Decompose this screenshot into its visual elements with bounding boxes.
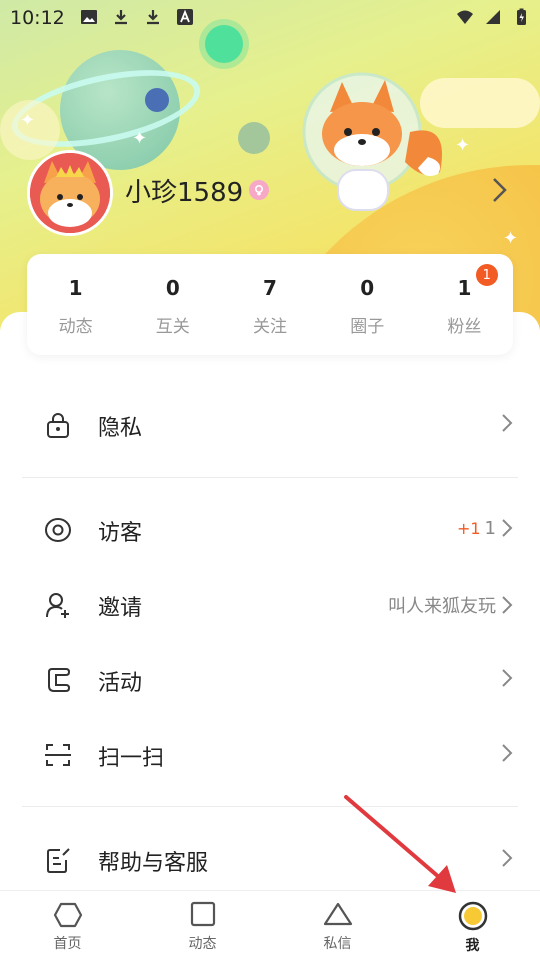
chevron-right-icon — [502, 414, 513, 432]
menu-item-scan[interactable]: 扫一扫 — [0, 720, 540, 790]
download-icon — [147, 10, 159, 25]
username[interactable]: 小珍1589 — [125, 172, 243, 209]
blue-orb-decoration — [145, 88, 169, 112]
stat-value: 1 — [68, 276, 83, 300]
stat-label: 互关 — [155, 317, 190, 337]
new-followers-badge: 1 — [475, 264, 498, 286]
bottom-tab-bar: 首页 动态 私信 我 — [0, 890, 540, 961]
female-icon — [249, 180, 269, 200]
signal-icon — [486, 10, 500, 24]
stat-value: 1 — [457, 276, 472, 300]
stats-card: 1 动态 0 互关 7 关注 0 圈子 1 粉丝 1 — [27, 254, 513, 355]
menu-item-label: 帮助与客服 — [98, 851, 209, 876]
stat-posts[interactable]: 1 动态 — [27, 254, 124, 355]
menu-item-label: 访客 — [98, 521, 143, 546]
chevron-right-icon — [502, 744, 513, 762]
tab-label: 我 — [465, 938, 480, 954]
small-planet-decoration — [238, 122, 270, 154]
status-time: 10:12 — [10, 7, 65, 29]
help-note-icon — [47, 848, 70, 873]
wifi-icon — [457, 10, 473, 24]
tab-home[interactable]: 首页 — [0, 891, 135, 961]
stat-mutual[interactable]: 0 互关 — [124, 254, 221, 355]
menu-item-label: 活动 — [98, 671, 143, 696]
avatar[interactable] — [27, 150, 113, 236]
eye-icon — [45, 518, 71, 542]
stat-label: 动态 — [58, 317, 93, 337]
stat-label: 圈子 — [350, 317, 385, 337]
scan-icon — [45, 744, 71, 766]
chevron-right-icon — [502, 849, 513, 867]
battery-charging-icon — [517, 8, 526, 25]
divider — [22, 806, 518, 807]
divider — [22, 477, 518, 478]
menu-item-invite[interactable]: 邀请 叫人来狐友玩 — [0, 570, 540, 640]
sparkle-icon: ✦ — [132, 128, 148, 149]
stat-value: 7 — [263, 276, 277, 300]
menu-item-help[interactable]: 帮助与客服 — [0, 825, 540, 895]
menu-item-label: 隐私 — [98, 416, 143, 441]
sparkle-icon: ✦ — [455, 135, 471, 156]
chevron-right-icon — [502, 519, 513, 537]
tab-feed[interactable]: 动态 — [135, 891, 270, 961]
square-icon — [190, 901, 215, 927]
menu-item-privacy[interactable]: 隐私 — [0, 390, 540, 460]
tab-label: 首页 — [53, 936, 82, 952]
visitor-count: 1 — [484, 517, 496, 539]
visitor-increase: +1 — [456, 518, 481, 538]
menu-item-label: 邀请 — [98, 596, 143, 621]
chevron-right-icon — [502, 596, 513, 614]
triangle-icon — [323, 902, 352, 926]
me-circle-icon — [458, 901, 487, 931]
chevron-right-icon — [502, 669, 513, 687]
font-icon — [177, 9, 193, 25]
menu-item-visitors[interactable]: 访客 +1 1 — [0, 495, 540, 565]
stat-label: 粉丝 — [447, 317, 482, 337]
scroll-icon — [48, 668, 71, 692]
tab-messages[interactable]: 私信 — [270, 891, 405, 961]
stat-value: 0 — [360, 276, 375, 300]
download-icon — [115, 10, 127, 25]
stat-value: 0 — [165, 276, 180, 300]
fox-astronaut-illustration — [302, 72, 442, 211]
add-user-icon — [46, 593, 69, 618]
menu-item-activity[interactable]: 活动 — [0, 645, 540, 715]
menu-item-label: 扫一扫 — [98, 746, 165, 771]
sparkle-icon: ✦ — [20, 110, 36, 131]
sparkle-icon: ✦ — [503, 228, 519, 249]
stat-circles[interactable]: 0 圈子 — [319, 254, 416, 355]
hexagon-icon — [53, 902, 82, 928]
tab-me[interactable]: 我 — [405, 891, 540, 961]
profile-chevron-right-icon[interactable] — [490, 176, 510, 204]
fox-avatar-image — [30, 153, 110, 233]
stat-following[interactable]: 7 关注 — [221, 254, 318, 355]
status-bar: 10:12 — [0, 0, 540, 36]
stat-followers[interactable]: 1 粉丝 1 — [416, 254, 513, 355]
tab-label: 动态 — [188, 936, 217, 952]
invite-hint: 叫人来狐友玩 — [388, 596, 496, 617]
tab-label: 私信 — [323, 936, 352, 952]
stat-label: 关注 — [253, 317, 287, 337]
image-icon — [81, 10, 97, 24]
lock-icon — [47, 413, 69, 438]
